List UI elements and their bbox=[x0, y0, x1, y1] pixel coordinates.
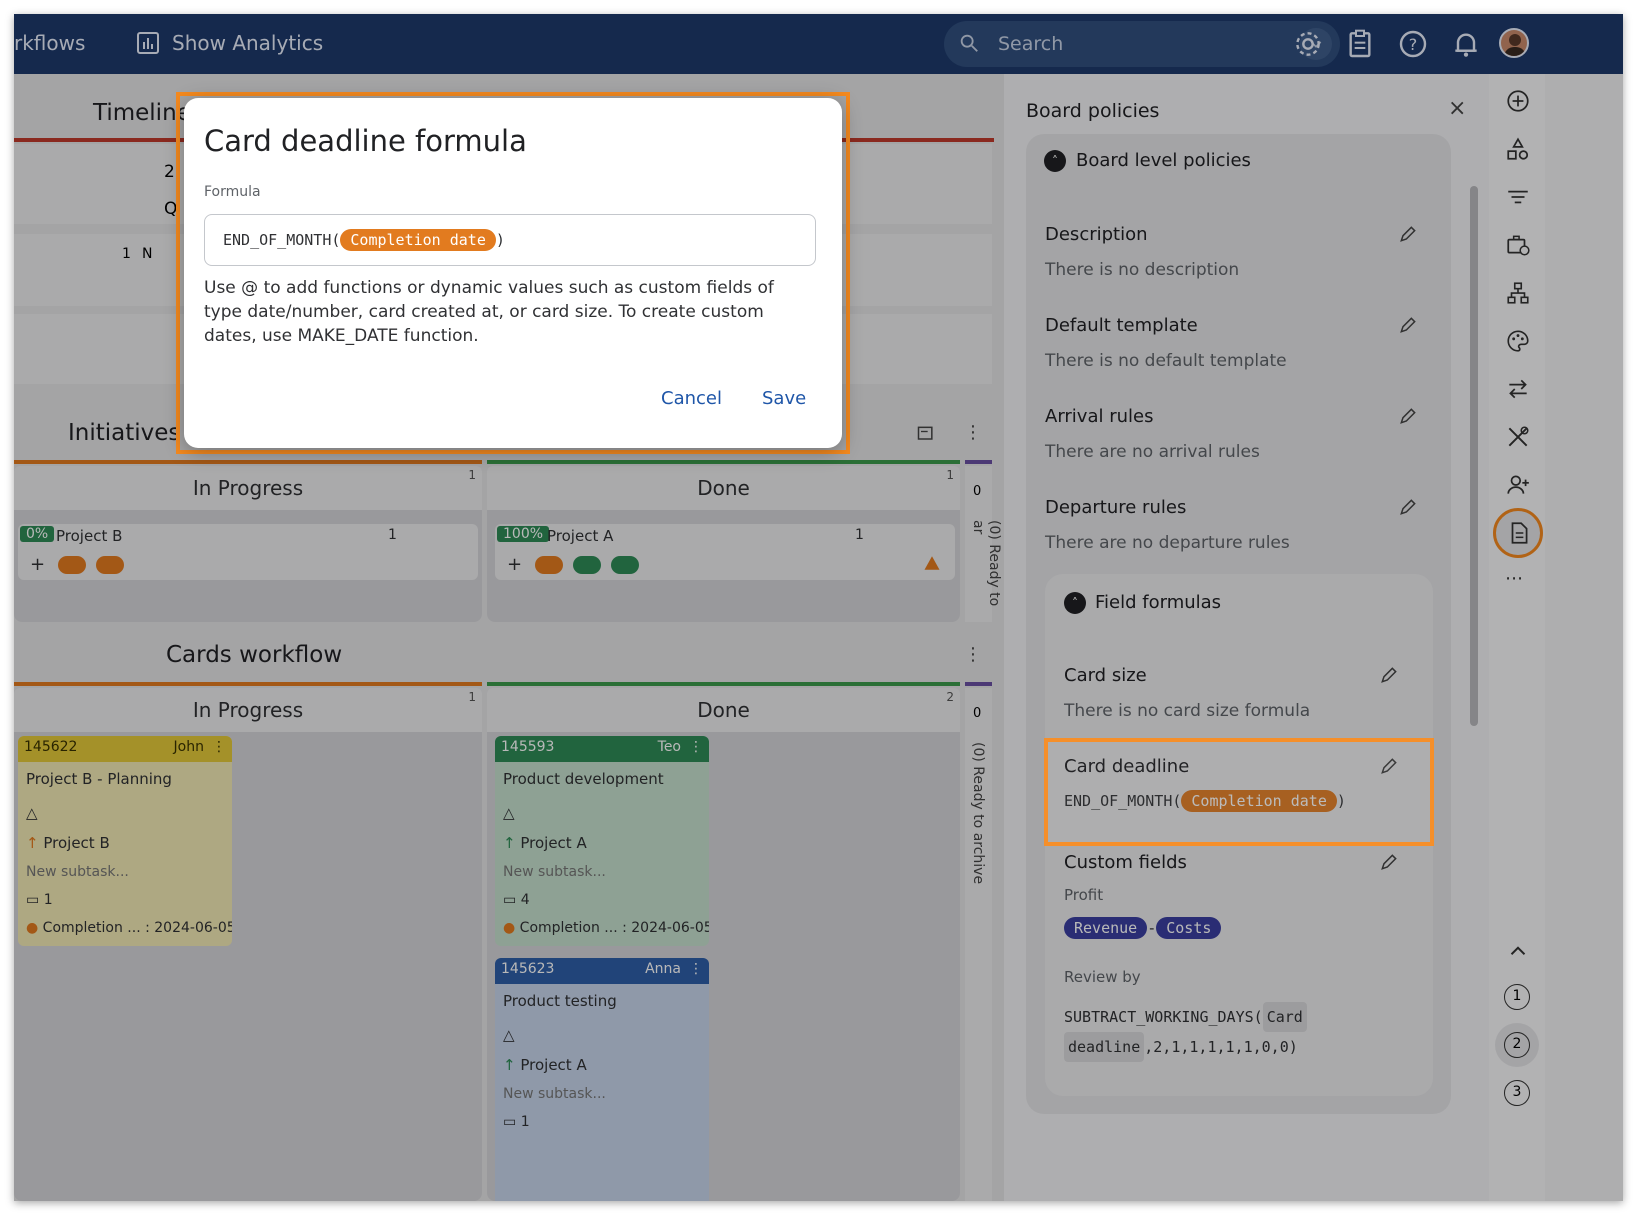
app-window: rkflows Show Analytics Search ? Timeline… bbox=[14, 14, 1623, 1201]
formula-field-chip[interactable]: Completion date bbox=[340, 229, 496, 251]
card-deadline-formula-dialog: Card deadline formula Formula END_OF_MON… bbox=[184, 98, 842, 448]
formula-label: Formula bbox=[204, 184, 261, 200]
dialog-title: Card deadline formula bbox=[204, 124, 527, 158]
formula-input[interactable]: END_OF_MONTH(Completion date) bbox=[204, 214, 816, 266]
card-deadline-highlight-fill bbox=[1044, 738, 1434, 846]
formula-help-text: Use @ to add functions or dynamic values… bbox=[204, 278, 774, 346]
formula-close: ) bbox=[495, 231, 505, 249]
cancel-button[interactable]: Cancel bbox=[661, 388, 722, 409]
save-button[interactable]: Save bbox=[762, 388, 806, 409]
formula-function: END_OF_MONTH( bbox=[223, 231, 341, 249]
